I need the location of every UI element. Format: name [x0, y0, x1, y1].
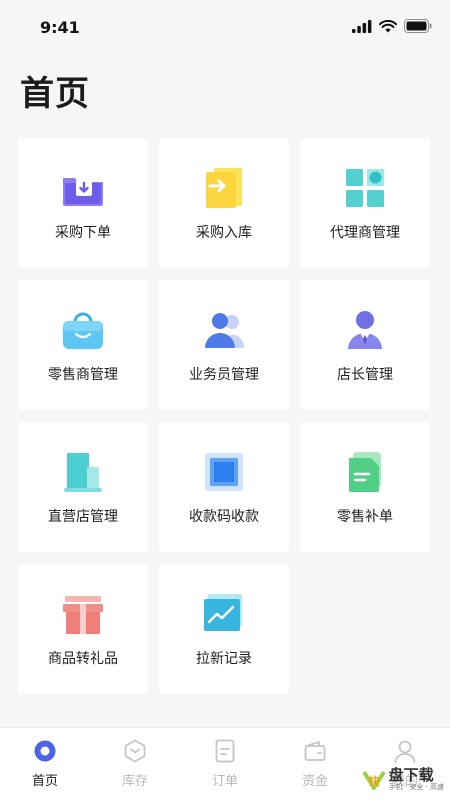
page-title: 首页	[20, 74, 90, 114]
menu-item-purchase-stock-in[interactable]: 采购入库	[159, 138, 289, 268]
tab-orders[interactable]: 订单	[183, 728, 267, 789]
battery-icon	[404, 18, 432, 37]
menu-item-label: 拉新记录	[196, 651, 252, 667]
menu-item-label: 采购入库	[196, 225, 252, 241]
menu-item-label: 店长管理	[337, 367, 393, 383]
menu-item-label: 采购下单	[55, 225, 111, 241]
salesperson-management-icon	[202, 308, 246, 352]
tab-home[interactable]: 首页	[3, 728, 87, 789]
menu-item-direct-store[interactable]: 直营店管理	[18, 422, 148, 552]
order-icon	[212, 738, 238, 764]
menu-item-label: 零售补单	[337, 509, 393, 525]
purchase-order-icon	[61, 166, 105, 210]
menu-item-label: 零售商管理	[48, 367, 118, 383]
menu-item-retail-reorder[interactable]: 零售补单	[300, 422, 430, 552]
tab-label: 库存	[121, 774, 148, 789]
status-time: 9:41	[40, 17, 80, 37]
purchase-stock-in-icon	[202, 166, 246, 210]
payment-qr-icon	[202, 450, 246, 494]
menu-item-label: 业务员管理	[189, 367, 259, 383]
retailer-management-icon	[61, 308, 105, 352]
wallet-icon	[302, 738, 328, 764]
direct-store-icon	[61, 450, 105, 494]
menu-item-purchase-order[interactable]: 采购下单	[18, 138, 148, 268]
home-icon	[32, 738, 58, 764]
watermark-sub: 手机 · 安全 · 高速	[388, 783, 444, 791]
watermark-main: 盘下载	[388, 766, 434, 784]
menu-grid: 采购下单 采购入库 代理商管理 零售商管理 业务员管理 店长管理 直营店管理 收…	[18, 138, 430, 694]
tab-label: 首页	[31, 774, 58, 789]
referral-record-icon	[202, 592, 246, 636]
tab-funds[interactable]: 资金	[273, 728, 357, 789]
store-manager-icon	[343, 308, 387, 352]
menu-item-label: 商品转礼品	[48, 651, 118, 667]
tab-label: 订单	[211, 774, 238, 789]
signal-icon	[352, 18, 372, 37]
menu-item-agent-management[interactable]: 代理商管理	[300, 138, 430, 268]
menu-item-store-manager[interactable]: 店长管理	[300, 280, 430, 410]
tab-inventory[interactable]: 库存	[93, 728, 177, 789]
menu-item-label: 收款码收款	[189, 509, 259, 525]
agent-management-icon	[343, 166, 387, 210]
menu-item-product-to-gift[interactable]: 商品转礼品	[18, 564, 148, 694]
profile-icon	[392, 738, 418, 764]
retail-reorder-icon	[343, 450, 387, 494]
menu-item-label: 直营店管理	[48, 509, 118, 525]
watermark-logo-text: 快	[367, 774, 380, 788]
status-icons	[352, 18, 432, 37]
product-to-gift-icon	[61, 592, 105, 636]
menu-item-retailer-management[interactable]: 零售商管理	[18, 280, 148, 410]
wifi-icon	[379, 18, 397, 37]
menu-item-referral-record[interactable]: 拉新记录	[159, 564, 289, 694]
watermark-logo-icon: 快	[361, 770, 386, 790]
tab-label: 资金	[301, 774, 328, 789]
menu-item-payment-qr[interactable]: 收款码收款	[159, 422, 289, 552]
watermark-text: 盘下载 手机 · 安全 · 高速	[389, 767, 444, 792]
inventory-icon	[122, 738, 148, 764]
menu-item-label: 代理商管理	[330, 225, 400, 241]
watermark: 快 盘下载 手机 · 安全 · 高速	[361, 767, 444, 792]
status-bar: 9:41	[0, 0, 450, 54]
menu-item-salesperson-management[interactable]: 业务员管理	[159, 280, 289, 410]
